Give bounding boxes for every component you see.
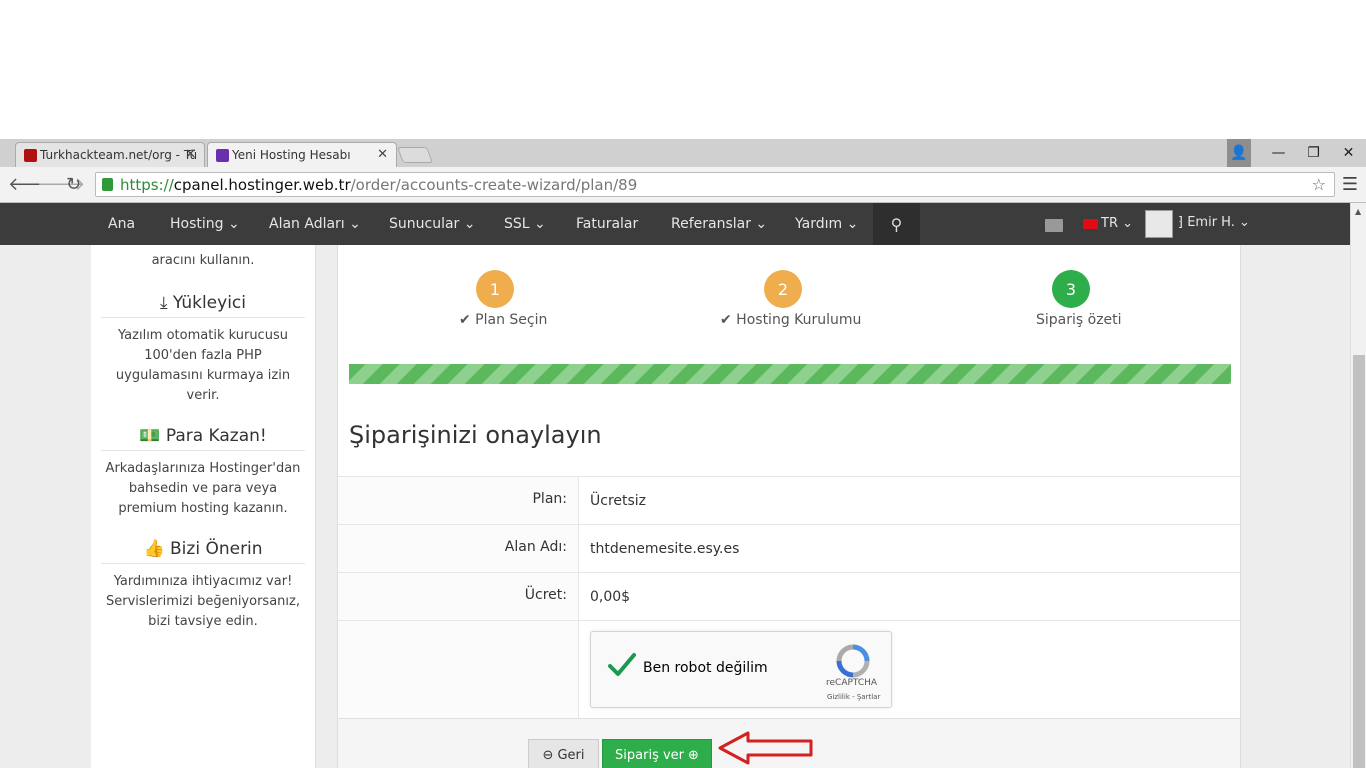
table-row: Ücret: 0,00$ xyxy=(338,572,1240,620)
row-label xyxy=(338,621,579,719)
row-label: Plan: xyxy=(338,477,579,524)
progress-bar xyxy=(349,364,1231,384)
download-icon: ⤓ xyxy=(159,293,168,313)
step-1-circle: 1 xyxy=(476,270,514,308)
nav-item-hosting[interactable]: Hosting ⌄ xyxy=(170,216,240,232)
arrow-left-circle-icon: ⊖ xyxy=(542,747,554,763)
tab-close-icon[interactable]: ✕ xyxy=(377,147,388,162)
bookmark-star-icon[interactable]: ☆ xyxy=(1312,175,1326,194)
step-1-label: ✔ Plan Seçin xyxy=(459,312,548,328)
turkey-flag-icon xyxy=(1083,219,1098,229)
nav-item-ssl[interactable]: SSL ⌄ xyxy=(504,216,546,232)
site-navbar: Ana Hosting ⌄ Alan Adları ⌄ Sunucular ⌄ … xyxy=(0,203,1350,245)
nav-item-sunucular[interactable]: Sunucular ⌄ xyxy=(389,216,475,232)
mail-icon[interactable] xyxy=(1045,219,1063,232)
url-scheme: https:// xyxy=(120,176,174,194)
page-viewport: Ana Hosting ⌄ Alan Adları ⌄ Sunucular ⌄ … xyxy=(0,203,1366,768)
sidebar-heading-para-kazan: 💵 Para Kazan! xyxy=(101,426,305,451)
order-summary-table: Plan: Ücretsiz Alan Adı: thtdenemesite.e… xyxy=(338,476,1240,719)
recaptcha-links[interactable]: Gizlilik - Şartlar xyxy=(827,693,880,701)
table-row: Plan: Ücretsiz xyxy=(338,476,1240,524)
lock-icon xyxy=(102,178,113,191)
url-path: /order/accounts-create-wizard/plan/89 xyxy=(350,176,638,194)
tab-title: Turkhackteam.net/org - Tü xyxy=(40,148,198,162)
scrollbar-thumb[interactable] xyxy=(1353,355,1365,768)
back-button[interactable]: ⊖ Geri xyxy=(528,739,599,768)
table-row: Alan Adı: thtdenemesite.esy.es xyxy=(338,524,1240,572)
hostinger-favicon-icon xyxy=(216,149,229,162)
window-controls: 👤 — ❐ ✕ xyxy=(1227,139,1366,167)
page-title: Şiparişinizi onaylayın xyxy=(349,421,602,449)
tab-yeni-hosting[interactable]: Yeni Hosting Hesabı ✕ xyxy=(207,142,397,167)
nav-item-ana[interactable]: Ana xyxy=(108,216,135,232)
restore-icon[interactable]: ❐ xyxy=(1296,139,1331,167)
recaptcha-logo-icon xyxy=(836,644,870,678)
tab-title: Yeni Hosting Hesabı xyxy=(232,148,351,162)
user-menu[interactable]: ⁆ Emir H. ⌄ xyxy=(1178,215,1250,230)
nav-item-yardim[interactable]: Yardım ⌄ xyxy=(795,216,858,232)
step-3-label: Sipariş özeti xyxy=(1036,312,1122,328)
nav-item-referanslar[interactable]: Referanslar ⌄ xyxy=(671,216,767,232)
red-arrow-annotation-icon xyxy=(718,731,813,765)
checkmark-icon[interactable] xyxy=(607,650,637,680)
page-scrollbar[interactable]: ▲ xyxy=(1350,203,1366,768)
avatar[interactable] xyxy=(1145,210,1173,238)
browser-tabstrip: Turkhackteam.net/org - Tü ✕ Yeni Hosting… xyxy=(0,139,1366,167)
row-value: Ücretsiz xyxy=(590,493,647,509)
sidebar-intro-text: aracını kullanın. xyxy=(151,253,255,268)
step-2-circle: 2 xyxy=(764,270,802,308)
blank-area xyxy=(0,0,1366,139)
tab-close-icon[interactable]: ✕ xyxy=(185,147,196,162)
captcha-row: Ben robot değilim reCAPTCHA Gizlilik - Ş… xyxy=(338,620,1240,719)
minimize-icon[interactable]: — xyxy=(1261,139,1296,167)
scroll-up-icon[interactable]: ▲ xyxy=(1355,207,1361,216)
row-label: Ücret: xyxy=(338,573,579,620)
browser-toolbar: 🡐 🡒 ↻ https://cpanel.hostinger.web.tr/or… xyxy=(0,167,1366,203)
recaptcha-widget[interactable]: Ben robot değilim reCAPTCHA Gizlilik - Ş… xyxy=(590,631,892,708)
step-3-circle: 3 xyxy=(1052,270,1090,308)
sidebar-heading-yukleyici: ⤓ Yükleyici xyxy=(101,293,305,318)
sidebar-text: Yazılım otomatik kurucusu 100'den fazla … xyxy=(115,328,291,403)
row-label: Alan Adı: xyxy=(338,525,579,572)
url-host: cpanel.hostinger.web.tr xyxy=(173,176,351,194)
sidebar-text: Yardımınıza ihtiyacımız var! Servislerim… xyxy=(106,574,300,629)
search-icon[interactable]: ⚲ xyxy=(873,203,920,245)
nav-item-faturalar[interactable]: Faturalar xyxy=(576,216,638,232)
nav-item-alan-adlari[interactable]: Alan Adları ⌄ xyxy=(269,216,361,232)
order-wizard-panel: 1 ✔ Plan Seçin 2 ✔ Hosting Kurulumu 3 Si… xyxy=(337,245,1241,768)
recaptcha-brand: reCAPTCHA xyxy=(826,678,878,688)
recaptcha-label: Ben robot değilim xyxy=(643,660,768,676)
tab-turkhackteam[interactable]: Turkhackteam.net/org - Tü ✕ xyxy=(15,142,205,167)
thumbs-up-icon: 👍 xyxy=(143,539,165,559)
step-2-label: ✔ Hosting Kurulumu xyxy=(720,312,862,328)
new-tab-button[interactable] xyxy=(397,147,433,163)
turkhackteam-favicon-icon xyxy=(24,149,37,162)
sidebar-heading-bizi-onerin: 👍 Bizi Önerin xyxy=(101,539,305,564)
address-bar[interactable]: https://cpanel.hostinger.web.tr/order/ac… xyxy=(95,172,1335,197)
window-close-icon[interactable]: ✕ xyxy=(1331,139,1366,167)
sidebar: aracını kullanın. ⤓ Yükleyici Yazılım ot… xyxy=(91,245,316,768)
profile-icon[interactable]: 👤 xyxy=(1227,139,1251,167)
reload-icon[interactable]: ↻ xyxy=(66,174,81,195)
row-value: 0,00$ xyxy=(590,589,631,605)
row-value: thtdenemesite.esy.es xyxy=(590,541,740,557)
browser-menu-icon[interactable]: ☰ xyxy=(1342,174,1358,195)
arrow-right-circle-icon: ⊕ xyxy=(688,747,699,763)
language-selector[interactable]: TR ⌄ xyxy=(1101,216,1133,231)
place-order-button[interactable]: Sipariş ver ⊕ xyxy=(602,739,712,768)
money-icon: 💵 xyxy=(139,426,161,446)
sidebar-text: Arkadaşlarınıza Hostinger'dan bahsedin v… xyxy=(105,461,301,516)
